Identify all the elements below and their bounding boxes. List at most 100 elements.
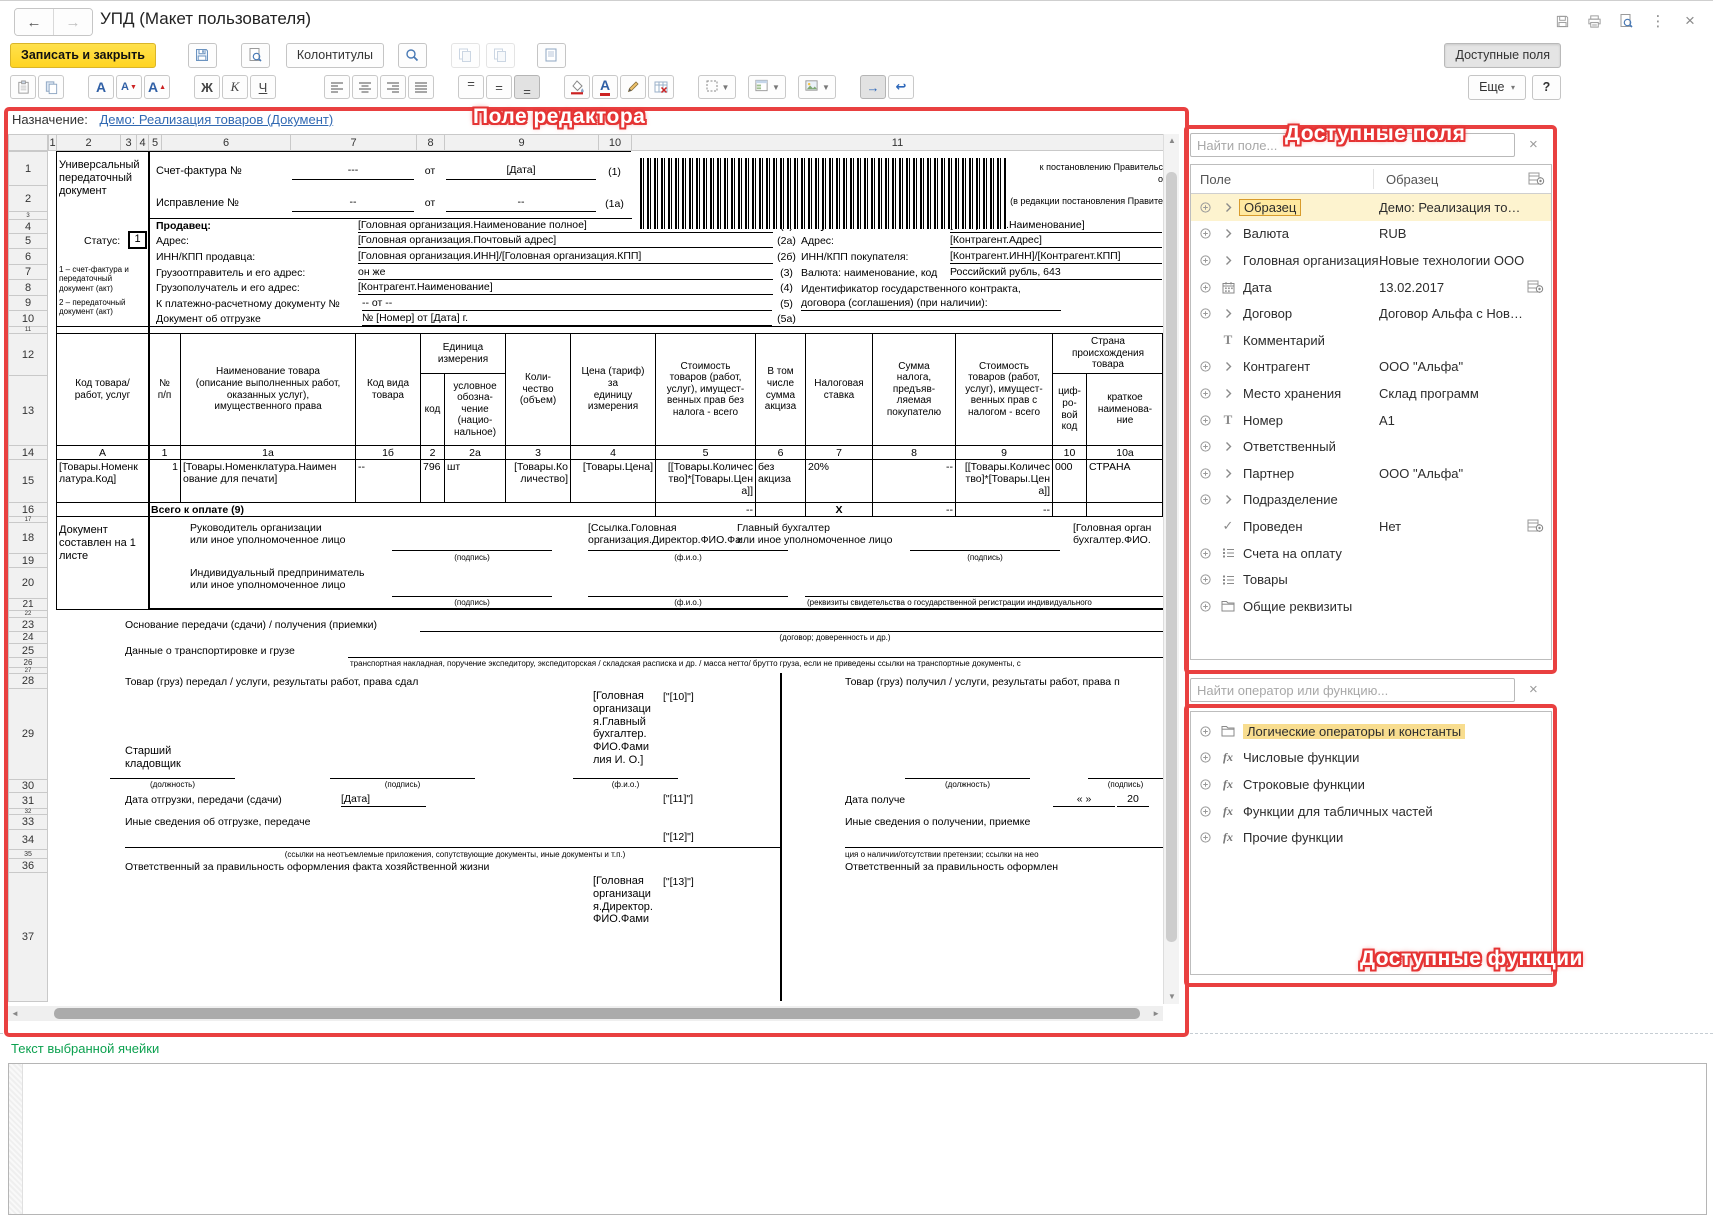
field-name[interactable]: Образец bbox=[1239, 199, 1301, 216]
sheet-cell[interactable]: Российский рубль, 643 bbox=[950, 266, 1162, 280]
sheet-cell[interactable]: 2а bbox=[444, 445, 505, 459]
column-header-5[interactable]: 5 bbox=[148, 134, 162, 151]
field-name[interactable]: Контрагент bbox=[1243, 359, 1310, 374]
sheet-cell[interactable]: -- от -- bbox=[362, 297, 772, 311]
field-name[interactable]: Партнер bbox=[1243, 466, 1294, 481]
spreadsheet-editor[interactable]: 1234567891011123456789101112131415161718… bbox=[0, 1, 1163, 1004]
sheet-cell[interactable]: (4) bbox=[774, 282, 799, 295]
sheet-cell[interactable]: Товар (груз) получил / услуги, результат… bbox=[845, 676, 1163, 689]
sheet-cell[interactable]: Код вида товара bbox=[355, 333, 420, 445]
sheet-corner[interactable] bbox=[8, 134, 48, 151]
sheet-cell[interactable]: 796 bbox=[420, 459, 444, 502]
row-header-4[interactable]: 4 bbox=[8, 219, 48, 234]
sheet-cell[interactable]: ["[13]"] bbox=[663, 876, 718, 889]
sheet-cell[interactable]: Исправление № bbox=[156, 197, 286, 210]
sheet-cell[interactable]: код bbox=[420, 373, 444, 445]
menu-icon[interactable]: ⋮ bbox=[1647, 11, 1669, 31]
sheet-cell[interactable]: 1 bbox=[148, 445, 180, 459]
sheet-cell[interactable]: Дата получе bbox=[845, 794, 940, 807]
row-header-9[interactable]: 9 bbox=[8, 295, 48, 311]
column-header-6[interactable]: 6 bbox=[161, 134, 291, 151]
expand-icon[interactable] bbox=[1200, 752, 1213, 763]
row-header-14[interactable]: 14 bbox=[8, 445, 48, 460]
editor-vertical-scrollbar[interactable]: ▲ ▼ bbox=[1163, 134, 1179, 1004]
sheet-cell[interactable]: [Контрагент.Наименование] bbox=[358, 281, 773, 295]
row-header-6[interactable]: 6 bbox=[8, 248, 48, 265]
expand-icon[interactable] bbox=[1200, 601, 1213, 612]
sheet-cell[interactable]: Стоимость товаров (работ, услуг), имущес… bbox=[655, 333, 755, 445]
row-header-34[interactable]: 34 bbox=[8, 829, 48, 850]
column-header-8[interactable]: 8 bbox=[416, 134, 445, 151]
sheet-cell[interactable]: 1 bbox=[148, 459, 180, 502]
function-search-input[interactable] bbox=[1190, 678, 1515, 702]
row-header-28[interactable]: 28 bbox=[8, 673, 48, 689]
sheet-cell[interactable]: (1) bbox=[598, 166, 631, 179]
sheet-cell[interactable]: (договор; доверенность и др.) bbox=[690, 633, 980, 646]
help-button[interactable]: ? bbox=[1532, 75, 1561, 100]
row-header-19[interactable]: 19 bbox=[8, 553, 48, 568]
sheet-cell[interactable]: 7 bbox=[805, 445, 872, 459]
scroll-left-icon[interactable]: ◄ bbox=[11, 1010, 19, 1018]
sheet-cell[interactable]: 5 bbox=[655, 445, 755, 459]
field-name[interactable]: Валюта bbox=[1243, 226, 1289, 241]
sheet-cell[interactable]: Иные сведения о получении, приемке bbox=[845, 816, 1110, 829]
expand-icon[interactable] bbox=[1200, 832, 1213, 843]
search-clear-icon[interactable]: × bbox=[1529, 136, 1538, 153]
field-name[interactable]: Товары bbox=[1243, 572, 1288, 587]
row-header-33[interactable]: 33 bbox=[8, 814, 48, 830]
row-header-37[interactable]: 37 bbox=[8, 872, 48, 1002]
sheet-cell[interactable]: -- bbox=[446, 196, 596, 212]
sheet-cell[interactable]: (ф.и.о.) bbox=[573, 780, 678, 793]
sheet-cell[interactable]: Основание передачи (сдачи) / получения (… bbox=[125, 619, 425, 632]
sheet-cell[interactable]: [Головная организаци я.Главный бухгалтер… bbox=[593, 690, 663, 776]
expand-icon[interactable] bbox=[1200, 806, 1213, 817]
row-header-2[interactable]: 2 bbox=[8, 185, 48, 212]
fields-table-header[interactable]: Поле Образец bbox=[1191, 165, 1551, 194]
row-header-1[interactable]: 1 bbox=[8, 151, 48, 186]
expand-icon[interactable] bbox=[1200, 574, 1213, 585]
table-settings-icon[interactable] bbox=[1527, 519, 1544, 536]
close-icon[interactable]: × bbox=[1679, 11, 1701, 31]
field-name[interactable]: Дата bbox=[1243, 280, 1272, 295]
sheet-cell[interactable]: Товар (груз) передал / услуги, результат… bbox=[125, 676, 545, 689]
column-header-10[interactable]: 10 bbox=[598, 134, 632, 151]
expand-icon[interactable] bbox=[1200, 415, 1213, 426]
function-row-1[interactable]: Логические операторы и константы bbox=[1191, 718, 1551, 745]
sheet-cell[interactable]: [Головная организация.ИНН]/[Головная орг… bbox=[358, 250, 773, 264]
save-icon[interactable] bbox=[1551, 11, 1573, 31]
function-name[interactable]: Прочие функции bbox=[1243, 830, 1343, 845]
expand-icon[interactable] bbox=[1200, 228, 1213, 239]
sheet-cell[interactable]: 1б bbox=[355, 445, 420, 459]
expand-icon[interactable] bbox=[1200, 202, 1213, 213]
sheet-cell[interactable]: [Дата] bbox=[446, 164, 596, 180]
row-header-25[interactable]: 25 bbox=[8, 643, 48, 658]
sheet-cell[interactable]: Валюта: наименование, код bbox=[801, 267, 949, 280]
sheet-cell[interactable]: Статус: bbox=[84, 235, 126, 248]
row-header-20[interactable]: 20 bbox=[8, 567, 48, 599]
sheet-cell[interactable] bbox=[1086, 502, 1163, 516]
field-name[interactable]: Головная организация bbox=[1243, 253, 1379, 268]
sheet-cell[interactable]: [Товары.Номенк латура.Код] bbox=[56, 459, 148, 502]
row-header-29[interactable]: 29 bbox=[8, 688, 48, 780]
field-name[interactable]: Договор bbox=[1243, 306, 1292, 321]
sheet-cell[interactable]: 10а bbox=[1086, 445, 1163, 459]
sheet-cell[interactable]: --- bbox=[292, 164, 414, 180]
sheet-cell[interactable]: он же bbox=[358, 266, 773, 280]
field-name[interactable]: Проведен bbox=[1243, 519, 1303, 534]
column-header-9[interactable]: 9 bbox=[444, 134, 599, 151]
sheet-cell[interactable]: [Головная орган бухгалтер.ФИО. bbox=[1073, 522, 1163, 550]
function-name[interactable]: Строковые функции bbox=[1243, 777, 1365, 792]
sheet-cell[interactable]: 8 bbox=[872, 445, 955, 459]
field-row-6[interactable]: TКомментарий bbox=[1191, 327, 1551, 354]
sheet-cell[interactable]: Адрес: bbox=[801, 235, 946, 248]
sheet-cell[interactable]: Цена (тариф) за единицу измерения bbox=[570, 333, 655, 445]
expand-icon[interactable] bbox=[1200, 494, 1213, 505]
sheet-cell[interactable]: СТРАНА bbox=[1086, 459, 1163, 502]
row-header-36[interactable]: 36 bbox=[8, 858, 48, 873]
sheet-cell[interactable]: -- bbox=[872, 459, 955, 502]
row-header-8[interactable]: 8 bbox=[8, 279, 48, 296]
expand-icon[interactable] bbox=[1200, 441, 1213, 452]
scroll-up-icon[interactable]: ▲ bbox=[1168, 137, 1176, 145]
sheet-cell[interactable]: 2 bbox=[420, 445, 444, 459]
preview-icon[interactable] bbox=[1615, 11, 1637, 31]
